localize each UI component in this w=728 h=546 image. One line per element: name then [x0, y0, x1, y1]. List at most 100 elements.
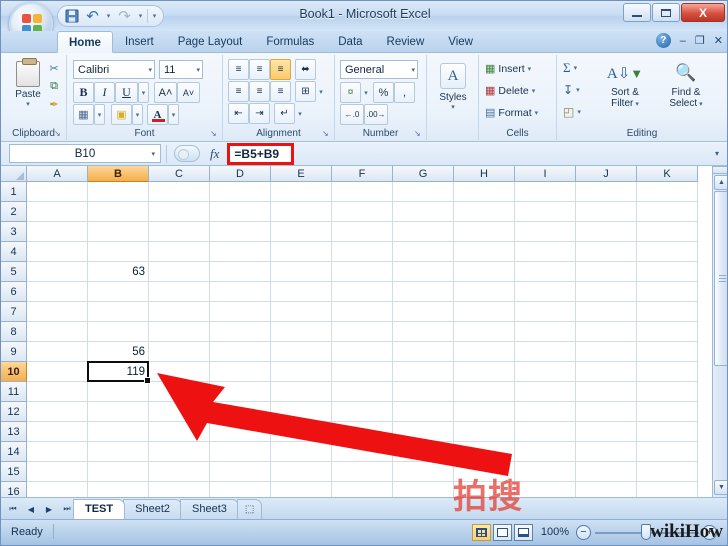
- tab-page-layout[interactable]: Page Layout: [166, 31, 255, 53]
- column-header-h[interactable]: H: [454, 166, 515, 182]
- cell-f2[interactable]: [332, 202, 393, 222]
- increase-indent-button[interactable]: ⇥: [249, 103, 270, 124]
- cell-f5[interactable]: [332, 262, 393, 282]
- cell-c12[interactable]: [149, 402, 210, 422]
- restore-workbook-icon[interactable]: ❐: [695, 34, 705, 47]
- cell-f13[interactable]: [332, 422, 393, 442]
- cell-g4[interactable]: [393, 242, 454, 262]
- cell-h12[interactable]: [454, 402, 515, 422]
- cell-i8[interactable]: [515, 322, 576, 342]
- cell-c16[interactable]: [149, 482, 210, 497]
- cell-d11[interactable]: [210, 382, 271, 402]
- cell-f1[interactable]: [332, 182, 393, 202]
- column-header-f[interactable]: F: [332, 166, 393, 182]
- cell-g7[interactable]: [393, 302, 454, 322]
- cell-a7[interactable]: [27, 302, 88, 322]
- font-name-caret-icon[interactable]: ▾: [145, 66, 152, 74]
- cell-i3[interactable]: [515, 222, 576, 242]
- cell-f11[interactable]: [332, 382, 393, 402]
- clear-button[interactable]: ◰ ▾: [563, 103, 581, 120]
- cell-j5[interactable]: [576, 262, 637, 282]
- cell-e11[interactable]: [271, 382, 332, 402]
- cell-b8[interactable]: [88, 322, 149, 342]
- merge-and-center-button[interactable]: ⊞: [295, 81, 316, 102]
- font-color-caret-icon[interactable]: ▾: [168, 104, 179, 125]
- find-and-select-button[interactable]: 🔍 Find & Select ▾: [657, 59, 715, 109]
- cell-d10[interactable]: [210, 362, 271, 382]
- underline-button[interactable]: U: [115, 82, 138, 103]
- bold-button[interactable]: B: [73, 82, 94, 103]
- close-window-button[interactable]: X: [681, 3, 725, 22]
- next-sheet-icon[interactable]: ▶: [41, 501, 57, 517]
- borders-caret-icon[interactable]: ▾: [94, 104, 105, 125]
- cell-k12[interactable]: [637, 402, 698, 422]
- delete-cells-button[interactable]: ▦ Delete ▾: [485, 82, 535, 99]
- cell-h15[interactable]: [454, 462, 515, 482]
- cell-d9[interactable]: [210, 342, 271, 362]
- clipboard-dialog-launcher[interactable]: ↘: [54, 129, 63, 138]
- find-select-caret-icon[interactable]: ▾: [699, 100, 703, 108]
- row-header-9[interactable]: 9: [1, 342, 27, 362]
- maximize-window-button[interactable]: [652, 3, 680, 22]
- cell-e5[interactable]: [271, 262, 332, 282]
- cell-c5[interactable]: [149, 262, 210, 282]
- clear-caret-icon[interactable]: ▾: [577, 108, 581, 116]
- align-top-button[interactable]: ≡: [228, 59, 249, 80]
- cell-h16[interactable]: [454, 482, 515, 497]
- sheet-tab-sheet3[interactable]: Sheet3: [180, 499, 239, 519]
- cell-i12[interactable]: [515, 402, 576, 422]
- cell-d13[interactable]: [210, 422, 271, 442]
- cell-a12[interactable]: [27, 402, 88, 422]
- row-header-10[interactable]: 10: [1, 362, 27, 382]
- cell-b11[interactable]: [88, 382, 149, 402]
- minimize-ribbon-icon[interactable]: –: [680, 35, 686, 47]
- align-bottom-button[interactable]: ≡: [270, 59, 291, 80]
- cell-k14[interactable]: [637, 442, 698, 462]
- cell-h5[interactable]: [454, 262, 515, 282]
- cell-g8[interactable]: [393, 322, 454, 342]
- cell-h6[interactable]: [454, 282, 515, 302]
- cell-i11[interactable]: [515, 382, 576, 402]
- increase-decimal-button[interactable]: ←.0: [340, 104, 364, 125]
- cell-h13[interactable]: [454, 422, 515, 442]
- cell-a4[interactable]: [27, 242, 88, 262]
- cell-h3[interactable]: [454, 222, 515, 242]
- cell-d3[interactable]: [210, 222, 271, 242]
- cell-i6[interactable]: [515, 282, 576, 302]
- copy-icon[interactable]: ⧉: [46, 78, 62, 94]
- cell-h8[interactable]: [454, 322, 515, 342]
- page-layout-view-button[interactable]: [493, 524, 512, 541]
- cell-g13[interactable]: [393, 422, 454, 442]
- cell-e12[interactable]: [271, 402, 332, 422]
- cell-e3[interactable]: [271, 222, 332, 242]
- styles-button[interactable]: A Styles ▾: [435, 63, 471, 111]
- column-header-i[interactable]: I: [515, 166, 576, 182]
- cell-c15[interactable]: [149, 462, 210, 482]
- cell-h14[interactable]: [454, 442, 515, 462]
- minimize-window-button[interactable]: [623, 3, 651, 22]
- scroll-down-icon[interactable]: ▼: [714, 480, 727, 495]
- cell-a3[interactable]: [27, 222, 88, 242]
- help-icon[interactable]: ?: [655, 33, 671, 48]
- cell-k2[interactable]: [637, 202, 698, 222]
- grow-font-button[interactable]: A˄: [154, 82, 177, 103]
- merge-caret-icon[interactable]: ▾: [316, 81, 326, 102]
- cell-b4[interactable]: [88, 242, 149, 262]
- cell-d14[interactable]: [210, 442, 271, 462]
- cell-c1[interactable]: [149, 182, 210, 202]
- row-header-7[interactable]: 7: [1, 302, 27, 322]
- name-box[interactable]: B10 ▾: [9, 144, 161, 163]
- cell-a1[interactable]: [27, 182, 88, 202]
- font-dialog-launcher[interactable]: ↘: [210, 129, 219, 138]
- cell-g11[interactable]: [393, 382, 454, 402]
- cell-e9[interactable]: [271, 342, 332, 362]
- cell-f14[interactable]: [332, 442, 393, 462]
- cell-g5[interactable]: [393, 262, 454, 282]
- normal-view-button[interactable]: [472, 524, 491, 541]
- cell-a6[interactable]: [27, 282, 88, 302]
- percent-format-button[interactable]: %: [373, 82, 394, 103]
- fill-caret-icon[interactable]: ▾: [576, 86, 580, 94]
- cell-d4[interactable]: [210, 242, 271, 262]
- sheet-tab-test[interactable]: TEST: [73, 499, 126, 519]
- cell-h2[interactable]: [454, 202, 515, 222]
